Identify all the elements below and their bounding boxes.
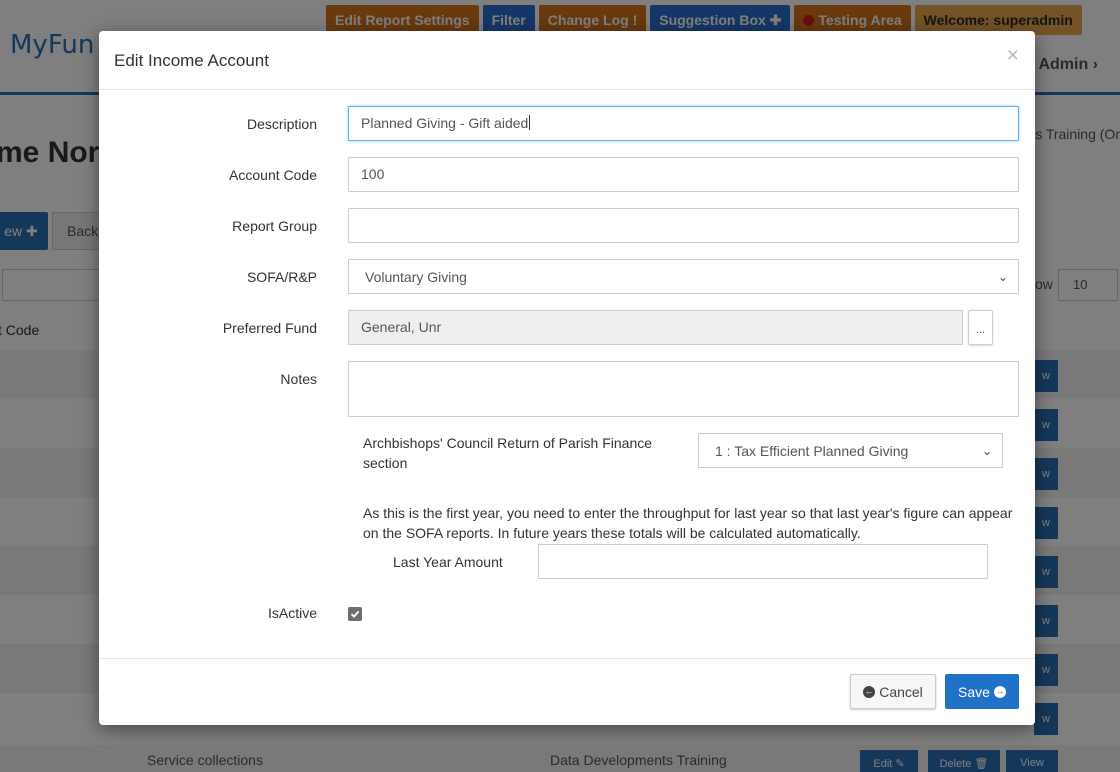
cancel-label: Cancel [879, 683, 923, 700]
account-code-label: Account Code [229, 167, 317, 183]
save-button[interactable]: Save → [945, 674, 1019, 709]
is-active-checkbox[interactable] [348, 607, 362, 621]
archbishops-section-select[interactable]: 1 : Tax Efficient Planned Giving ⌄ [698, 433, 1003, 468]
sofa-select[interactable]: Voluntary Giving ⌄ [348, 259, 1019, 294]
report-group-input[interactable] [348, 208, 1019, 243]
back-arrow-icon: ← [863, 685, 876, 698]
chevron-down-icon: ⌄ [981, 443, 992, 458]
modal-header: Edit Income Account × [99, 31, 1035, 90]
cancel-button[interactable]: ← Cancel [850, 674, 936, 709]
modal-title: Edit Income Account [114, 51, 269, 70]
checkmark-icon [350, 610, 360, 618]
first-year-note: As this is the first year, you need to e… [363, 505, 1013, 541]
is-active-label: IsActive [267, 605, 317, 621]
description-input[interactable]: Planned Giving - Gift aided [348, 106, 1019, 141]
notes-label: Notes [280, 371, 317, 387]
description-value: Planned Giving - Gift aided [361, 115, 529, 131]
preferred-fund-label: Preferred Fund [222, 320, 317, 336]
chevron-down-icon: ⌄ [997, 269, 1008, 284]
archbishops-section-label: Archbishops' Council Return of Parish Fi… [363, 435, 653, 471]
edit-income-account-modal: Edit Income Account × Description Planne… [99, 31, 1035, 725]
sofa-selected-value: Voluntary Giving [365, 268, 467, 285]
notes-textarea[interactable] [348, 361, 1019, 417]
preferred-fund-input: General, Unr [348, 310, 963, 345]
last-year-amount-input[interactable] [538, 544, 988, 579]
text-cursor [529, 115, 531, 130]
report-group-label: Report Group [232, 218, 317, 234]
description-label: Description [246, 116, 317, 132]
archbishops-selected-value: 1 : Tax Efficient Planned Giving [715, 442, 909, 459]
last-year-amount-label: Last Year Amount [393, 554, 503, 570]
save-label: Save [958, 683, 990, 700]
sofa-label: SOFA/R&P [246, 269, 317, 285]
forward-arrow-icon: → [993, 685, 1006, 698]
close-icon[interactable]: × [1007, 45, 1019, 66]
account-code-input[interactable]: 100 [348, 157, 1019, 192]
fund-picker-button[interactable]: ... [968, 310, 993, 345]
